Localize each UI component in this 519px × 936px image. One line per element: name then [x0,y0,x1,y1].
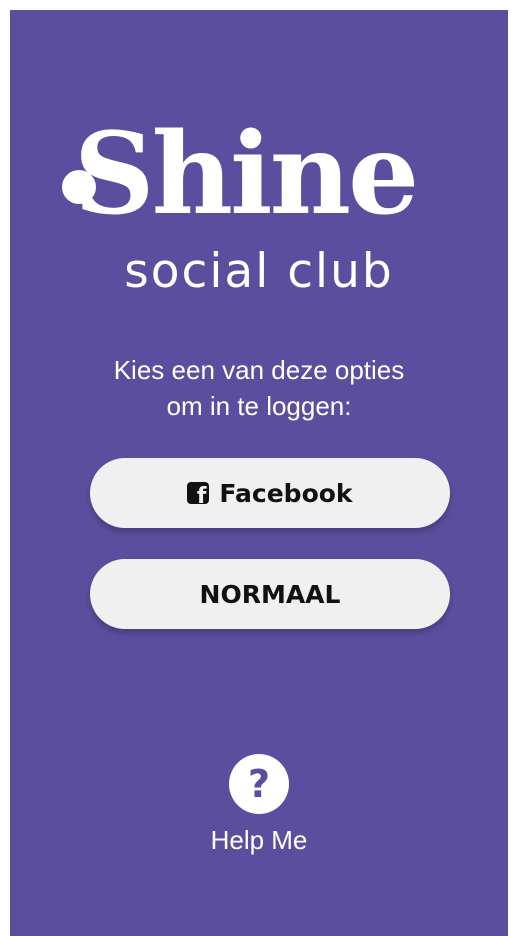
help-me-button[interactable]: ? Help Me [10,754,508,856]
logo-title: Shine [61,109,420,240]
app-logo: Shine social club [10,110,508,302]
normal-login-label: NORMAAL [199,579,341,609]
logo-subtitle: social club [124,244,394,299]
login-screen: Shine social club Kies een van deze opti… [10,10,508,936]
facebook-icon [187,482,210,504]
login-prompt: Kies een van deze opties om in te loggen… [10,352,508,424]
login-prompt-line2: om in te loggen: [166,391,352,421]
facebook-login-label: Facebook [219,478,353,508]
question-icon: ? [229,754,289,814]
normal-login-button[interactable]: NORMAAL [90,559,450,629]
help-me-label: Help Me [210,825,308,855]
facebook-login-button[interactable]: Facebook [90,458,450,528]
logo-dot [61,170,96,204]
login-prompt-line1: Kies een van deze opties [113,355,405,385]
logo-title-text: Shine [73,109,420,240]
